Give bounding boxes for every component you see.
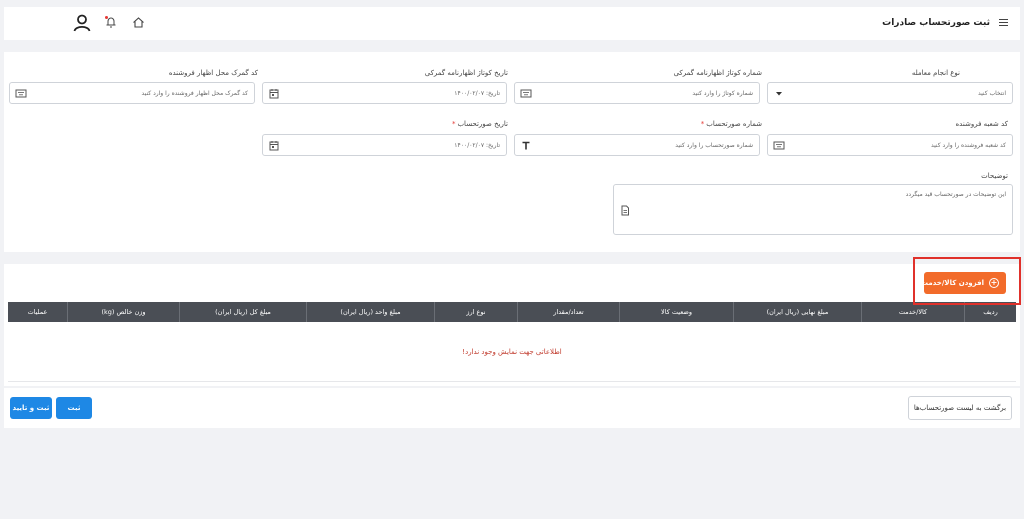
column-header-unit-price: مبلغ واحد (ریال ایران) xyxy=(306,302,434,322)
items-table-body: اطلاعاتی جهت نمایش وجود ندارد! xyxy=(8,322,1016,382)
description-textarea[interactable]: این توضیحات در صورتحساب قید میگردد xyxy=(613,184,1013,235)
keyboard-icon xyxy=(773,141,785,150)
invoice-date-label: تاریخ صورتحساب* xyxy=(451,120,508,128)
user-profile-icon[interactable] xyxy=(72,13,92,33)
column-header-currency: نوع ارز xyxy=(434,302,517,322)
invoice-form: نوع انجام معامله شماره کوتاژ اظهارنامه گ… xyxy=(4,52,1020,252)
customs-declaration-date-input[interactable]: تاریخ: ۱۴۰۰/۰۲/۰۷ xyxy=(262,82,507,104)
customs-declaration-date-label: تاریخ کوتاژ اظهارنامه گمرکی xyxy=(424,69,508,77)
invoice-number-label: شماره صورتحساب* xyxy=(700,120,762,128)
items-table-header: ردیف کالا/خدمت مبلغ نهایی (ریال ایران) و… xyxy=(8,302,1016,322)
column-header-actions: عملیات xyxy=(27,308,48,316)
add-item-highlight-box xyxy=(913,257,1021,305)
submit-and-confirm-button[interactable]: ثبت و تایید xyxy=(10,397,52,419)
transaction-type-select[interactable]: انتخاب کنید xyxy=(767,82,1013,104)
calendar-icon xyxy=(269,141,279,151)
text-icon xyxy=(522,141,530,150)
customs-declaration-number-label: شماره کوتاژ اظهارنامه گمرکی xyxy=(673,69,762,77)
document-icon xyxy=(621,205,629,216)
invoice-date-input[interactable]: تاریخ: ۱۴۰۰/۰۲/۰۷ xyxy=(262,134,507,156)
seller-branch-code-label: کد شعبه فروشنده xyxy=(955,120,1008,128)
column-header-item: کالا/خدمت xyxy=(861,302,964,322)
page-title: ثبت صورتحساب صادرات xyxy=(882,18,990,28)
seller-customs-code-label: کد گمرک محل اظهار فروشنده xyxy=(168,69,258,77)
form-footer: برگشت به لیست صورتحساب‌ها ثبت ثبت و تایی… xyxy=(4,388,1020,428)
column-header-final-amount: مبلغ نهایی (ریال ایران) xyxy=(733,302,861,322)
customs-declaration-number-input[interactable]: شماره کوتاژ را وارد کنید xyxy=(514,82,760,104)
back-to-invoice-list-button[interactable]: برگشت به لیست صورتحساب‌ها xyxy=(908,396,1012,420)
seller-branch-code-input[interactable]: کد شعبه فروشنده را وارد کنید xyxy=(767,134,1013,156)
seller-customs-code-input[interactable]: کد گمرک محل اظهار فروشنده را وارد کنید xyxy=(9,82,255,104)
column-header-total-amount: مبلغ کل (ریال ایران) xyxy=(179,302,306,322)
keyboard-icon xyxy=(520,89,532,98)
home-icon[interactable] xyxy=(132,16,145,29)
empty-state-message: اطلاعاتی جهت نمایش وجود ندارد! xyxy=(462,348,562,356)
column-header-item-status: وضعیت کالا xyxy=(619,302,733,322)
keyboard-icon xyxy=(15,89,27,98)
column-header-row: ردیف xyxy=(964,302,1016,322)
column-header-net-weight: وزن خالص (kg) xyxy=(67,302,179,322)
chevron-down-icon xyxy=(776,92,782,96)
column-header-quantity: تعداد/مقدار xyxy=(517,302,619,322)
description-label: توضیحات xyxy=(981,172,1008,180)
submit-button[interactable]: ثبت xyxy=(56,397,92,419)
notification-bell-icon[interactable] xyxy=(104,15,118,29)
invoice-number-input[interactable]: شماره صورتحساب را وارد کنید xyxy=(514,134,760,156)
top-header: ثبت صورتحساب صادرات xyxy=(4,7,1020,40)
items-section: + افزودن کالا/خدمت ردیف کالا/خدمت مبلغ ن… xyxy=(4,264,1020,386)
hamburger-menu-icon[interactable] xyxy=(999,19,1008,26)
calendar-icon xyxy=(269,89,279,99)
transaction-type-label: نوع انجام معامله xyxy=(911,69,960,77)
